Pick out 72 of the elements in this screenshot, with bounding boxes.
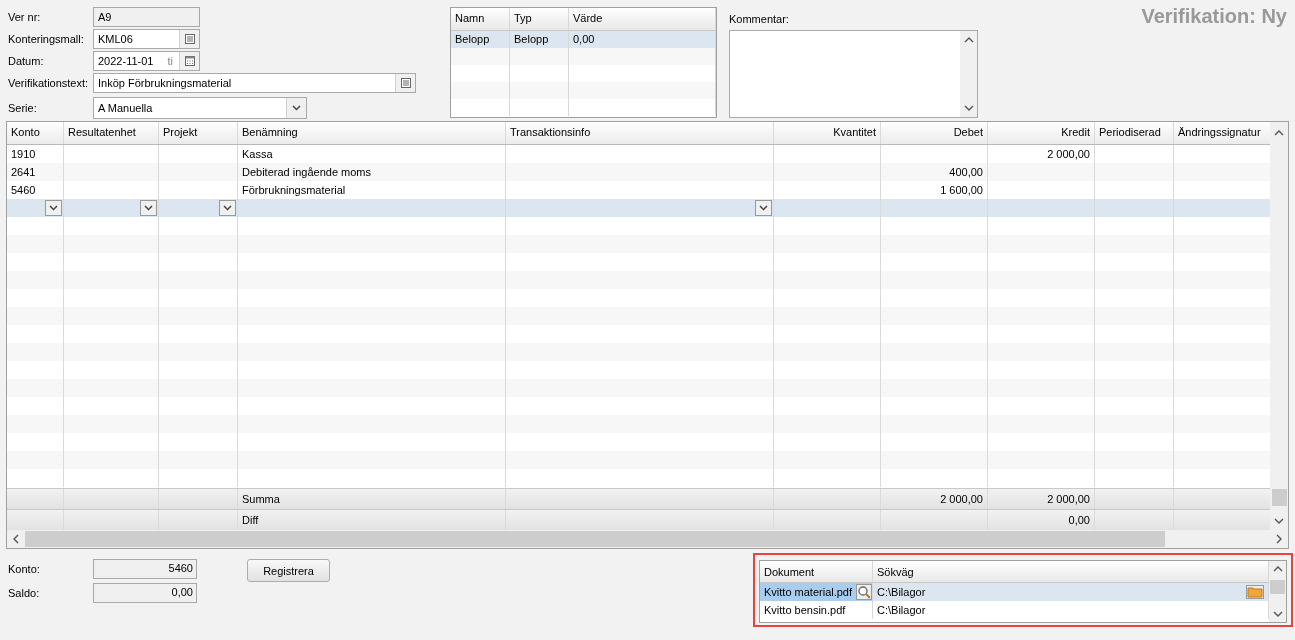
comment-field[interactable] (729, 30, 978, 118)
summary-label: Saldo: (8, 587, 41, 599)
dropdown-button[interactable] (755, 200, 772, 216)
table-cell: Debiterad ingående moms (238, 163, 506, 181)
column-header[interactable]: Namn (451, 8, 510, 30)
dropdown-button[interactable] (219, 200, 236, 216)
table-cell-text: Kvitto bensin.pdf (764, 604, 847, 616)
lookup-field[interactable]: Inköp Förbrukningsmaterial (93, 73, 416, 93)
dropdown-button[interactable] (140, 200, 157, 216)
summary-label: Konto: (8, 563, 41, 575)
column-header[interactable]: Kvantitet (774, 122, 881, 144)
scrollbar-thumb[interactable] (1271, 489, 1287, 506)
calendar-button[interactable] (179, 52, 199, 70)
chevron-down-icon (223, 205, 232, 211)
read-only-field: A9 (93, 7, 200, 27)
table-cell: Kvitto material.pdf (764, 586, 853, 598)
read-only-field: 0,00 (93, 583, 197, 603)
field-label: Ver nr: (8, 11, 42, 23)
list-icon (400, 78, 411, 88)
read-only-field: 5460 (93, 559, 197, 579)
dropdown-field[interactable]: A Manuella (93, 97, 307, 119)
column-header[interactable]: Resultatenhet (64, 122, 159, 144)
scroll-down-icon[interactable] (1274, 518, 1284, 524)
chevron-down-icon (49, 205, 58, 211)
table-row[interactable]: Kvitto material.pdf C:\Bilagor (760, 583, 1269, 601)
list-icon (184, 34, 195, 44)
scrollbar-thumb[interactable] (25, 531, 1165, 547)
register-button[interactable]: Registrera (247, 559, 330, 582)
table-cell-text: C:\Bilagor (877, 586, 927, 598)
scroll-down-icon[interactable] (1272, 611, 1283, 617)
scroll-right-icon[interactable] (1276, 534, 1282, 544)
magnifier-icon[interactable] (856, 584, 873, 600)
chevron-down-icon (292, 105, 301, 111)
table-row[interactable]: Belopp Belopp 0,00 (451, 31, 716, 48)
date-field[interactable]: 2022-11-01 ti (93, 51, 200, 71)
table-cell: 2641 (7, 163, 64, 181)
list-button[interactable] (395, 74, 415, 92)
table-cell-text: C:\Bilagor (877, 604, 927, 616)
column-header[interactable]: Konto (7, 122, 64, 144)
list-button[interactable] (179, 30, 199, 48)
field-label: Konteringsmall: (8, 33, 85, 45)
column-header[interactable]: Typ (510, 8, 569, 30)
field-label: Verifikationstext: (8, 77, 90, 89)
horizontal-scrollbar[interactable] (7, 530, 1288, 548)
column-header[interactable]: Debet (881, 122, 988, 144)
column-header[interactable]: Periodiserad (1095, 122, 1174, 144)
column-header[interactable]: Dokument (760, 561, 873, 582)
dropdown-button[interactable] (45, 200, 62, 216)
lookup-field[interactable]: KML06 (93, 29, 200, 49)
column-header[interactable]: Projekt (159, 122, 238, 144)
table-cell: 400,00 (881, 163, 988, 181)
chevron-down-icon (144, 205, 153, 211)
column-header[interactable]: Benämning (238, 122, 506, 144)
weekday-label: ti (167, 55, 173, 67)
scroll-down-icon[interactable] (963, 105, 974, 111)
scroll-left-icon[interactable] (13, 534, 19, 544)
field-label: Datum: (8, 55, 45, 67)
scroll-up-icon[interactable] (1272, 566, 1283, 572)
field-label: Serie: (8, 102, 38, 114)
calendar-icon (184, 56, 195, 66)
comment-label: Kommentar: (729, 13, 790, 27)
column-header[interactable]: Värde (569, 8, 716, 30)
scroll-up-icon[interactable] (963, 37, 974, 43)
vertical-scrollbar[interactable] (1270, 122, 1288, 530)
column-header[interactable]: Transaktionsinfo (506, 122, 774, 144)
vertical-scrollbar[interactable] (1269, 561, 1286, 622)
scroll-up-icon[interactable] (1274, 130, 1284, 136)
table-row[interactable]: 2641 Debiterad ingående moms 400,00 (7, 163, 1270, 181)
column-header[interactable]: Kredit (988, 122, 1095, 144)
scrollbar-thumb[interactable] (1270, 579, 1285, 594)
page-title: Verifikation: Ny (1140, 5, 1287, 29)
chevron-down-icon (759, 205, 768, 211)
